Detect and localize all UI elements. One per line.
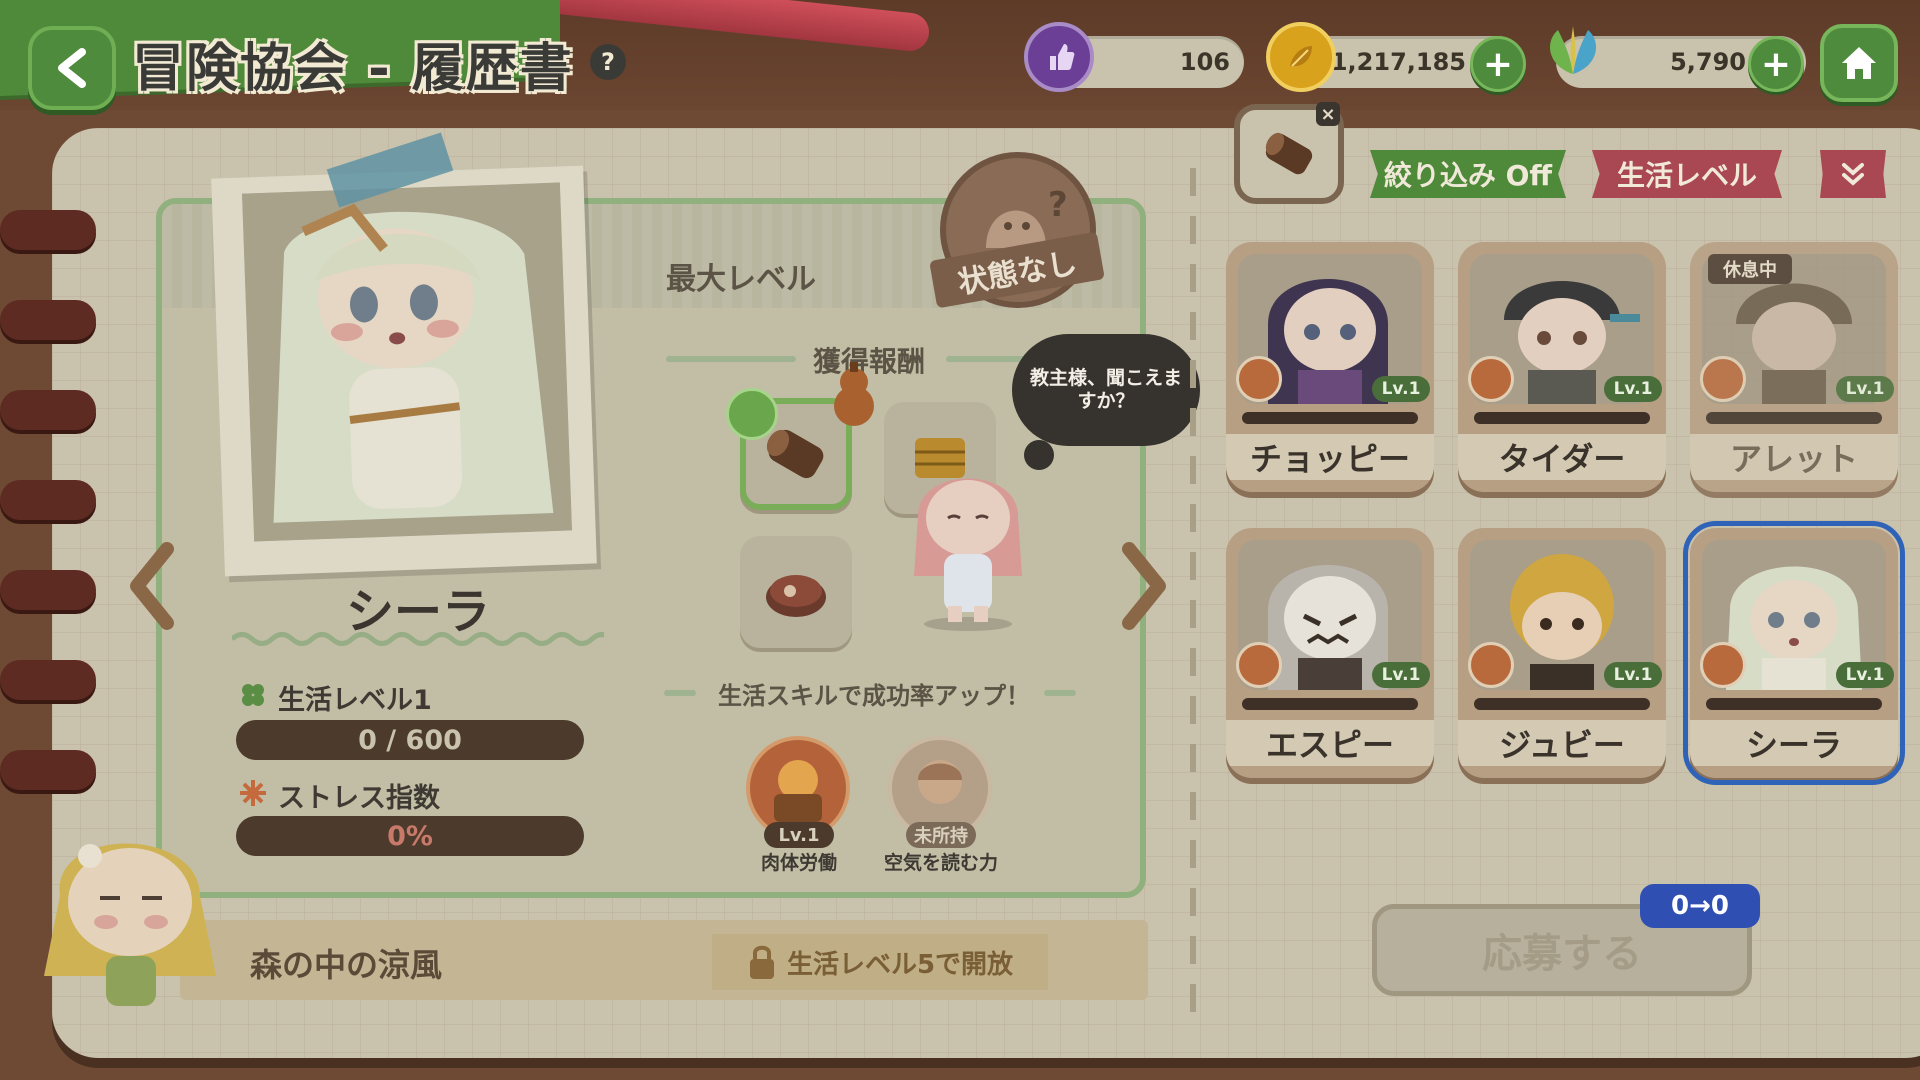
add-gold-button[interactable]: +	[1470, 36, 1526, 92]
job-icon	[1468, 642, 1514, 688]
card-bar	[1242, 412, 1418, 424]
character-card[interactable]: 休息中 Lv.1 アレット	[1690, 242, 1898, 492]
job-icon	[1468, 356, 1514, 402]
skill-name: 空気を読む力	[883, 852, 998, 874]
card-bar	[1242, 698, 1418, 710]
binder-ring	[0, 210, 96, 250]
gem-value: 5,790	[1670, 48, 1746, 76]
wood-log-icon	[1265, 132, 1313, 175]
speech-bubble: 教主様、聞こえますか？	[1012, 334, 1200, 446]
card-bar	[1474, 698, 1650, 710]
skill-level-badge: 未所持	[906, 822, 976, 848]
job-icon	[1236, 642, 1282, 688]
level-badge: Lv.1	[1372, 376, 1430, 402]
help-icon[interactable]: ?	[590, 44, 626, 80]
life-exp-bar: 0 / 600	[236, 720, 584, 760]
unlock-requirement: 生活レベル5で開放	[712, 934, 1048, 990]
stress-value: 0%	[387, 820, 433, 852]
gold-value: 1,217,185	[1330, 48, 1466, 76]
area-name: 森の中の涼風	[250, 946, 443, 984]
stamina-icon	[1024, 22, 1094, 92]
character-name: ジュビー	[1458, 720, 1666, 766]
level-badge: Lv.1	[1604, 376, 1662, 402]
character-name: チョッピー	[1226, 434, 1434, 480]
skill-level-badge: Lv.1	[764, 822, 834, 848]
binder-ring	[0, 750, 96, 790]
wave-divider	[232, 632, 604, 646]
chevron-down-icon	[1842, 163, 1864, 186]
home-icon	[1842, 47, 1876, 79]
sort-button[interactable]: 生活レベル	[1592, 150, 1782, 198]
character-card[interactable]: Lv.1 ジュビー	[1458, 528, 1666, 778]
level-badge: Lv.1	[1836, 376, 1894, 402]
home-button[interactable]	[1820, 24, 1898, 102]
level-badge: Lv.1	[1836, 662, 1894, 688]
panel-divider	[1190, 168, 1196, 1028]
divider	[666, 356, 796, 362]
skills-title: 生活スキルで成功率アップ！	[718, 682, 1030, 710]
stress-label: ストレス指数	[278, 783, 440, 814]
character-name: シーラ	[1690, 720, 1898, 766]
character-card-selected[interactable]: Lv.1 シーラ	[1683, 521, 1905, 785]
bonus-icon	[726, 388, 778, 440]
binder-ring	[0, 660, 96, 700]
page-title: 冒険協会 - 履歴書	[132, 39, 574, 99]
card-bar	[1706, 698, 1882, 710]
resting-tag: 休息中	[1708, 254, 1792, 284]
job-icon	[1700, 356, 1746, 402]
character-name: エスピー	[1226, 720, 1434, 766]
life-level-label: 生活レベル1	[278, 685, 432, 716]
stress-bar: 0%	[236, 816, 584, 856]
slot-counter: 0→0	[1640, 884, 1760, 928]
level-badge: Lv.1	[1604, 662, 1662, 688]
reward-slot-meat[interactable]	[740, 536, 852, 648]
binder-ring	[0, 480, 96, 520]
level-badge: Lv.1	[1372, 662, 1430, 688]
stamina-value: 106	[1179, 48, 1230, 76]
character-card[interactable]: Lv.1 タイダー	[1458, 242, 1666, 492]
add-gems-button[interactable]: +	[1748, 36, 1804, 92]
character-name: アレット	[1690, 434, 1898, 480]
meat-icon	[766, 575, 826, 617]
divider	[1044, 690, 1076, 696]
job-icon	[1700, 642, 1746, 688]
gem-leaf-icon	[1538, 22, 1608, 84]
mascot-character	[20, 806, 240, 1026]
back-button[interactable]	[28, 26, 116, 110]
max-level-label: 最大レベル	[666, 262, 816, 297]
guide-character	[898, 456, 1038, 632]
clover-icon	[238, 680, 268, 710]
bubble-tail	[1024, 440, 1054, 470]
binder-ring	[0, 570, 96, 610]
next-character-button[interactable]	[1116, 536, 1172, 636]
filter-toggle-button[interactable]: 絞り込み Off	[1370, 150, 1566, 198]
sort-order-button[interactable]	[1820, 150, 1886, 198]
chevron-left-icon	[58, 48, 86, 88]
card-bar	[1474, 412, 1650, 424]
character-name: タイダー	[1458, 434, 1666, 480]
stress-icon	[238, 778, 268, 808]
divider	[664, 690, 696, 696]
character-card[interactable]: Lv.1 エスピー	[1226, 528, 1434, 778]
chevron-right-icon	[1122, 542, 1166, 630]
character-portrait	[242, 182, 572, 542]
clear-filter-button[interactable]: ×	[1316, 102, 1340, 126]
previous-character-button[interactable]	[124, 536, 180, 636]
gold-coin-icon	[1266, 22, 1336, 92]
job-icon	[1236, 356, 1282, 402]
binder-ring	[0, 390, 96, 430]
unlock-text: 生活レベル5で開放	[786, 949, 1014, 980]
svg-text:?: ?	[1048, 185, 1068, 225]
character-card[interactable]: Lv.1 チョッピー	[1226, 242, 1434, 492]
skill-name: 肉体労働	[760, 852, 837, 874]
chevron-left-icon	[130, 542, 174, 630]
gourd-icon	[826, 360, 882, 430]
lock-icon	[749, 945, 774, 979]
card-bar	[1706, 412, 1882, 424]
binder-ring	[0, 300, 96, 340]
